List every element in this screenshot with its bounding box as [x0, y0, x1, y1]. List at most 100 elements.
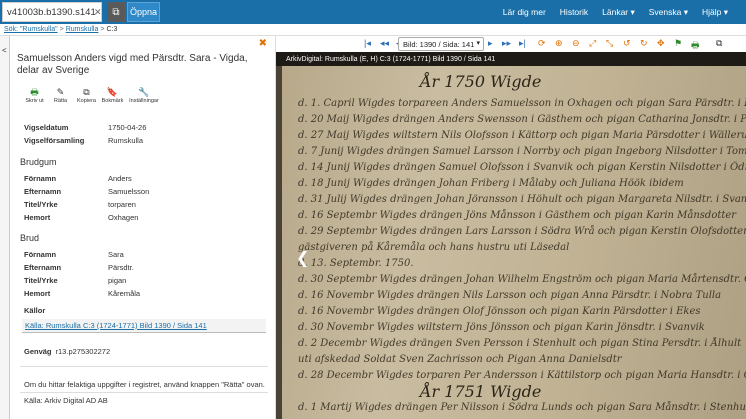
shortcut-value: r13.p275302272 — [55, 347, 111, 356]
bookmark-button[interactable]: 🔖 Bokmärk — [100, 86, 125, 104]
last-page-icon[interactable]: ▸| — [519, 38, 526, 49]
copy-icon: ⧉ — [112, 6, 120, 18]
book-edge — [276, 64, 282, 419]
nav-history[interactable]: Historik — [560, 7, 588, 17]
zoom-in-icon[interactable]: ⊕ — [555, 38, 563, 49]
shrink-icon[interactable]: ⤡ — [606, 38, 613, 49]
field-label: Hemort — [24, 289, 51, 298]
chevron-left-icon[interactable]: < — [2, 46, 7, 55]
handwritten-line: d. 30 Novembr Wigdes wiltstern Jöns Jöns… — [298, 322, 705, 333]
field-value: Anders — [108, 174, 132, 183]
record-title: Samuelsson Anders vigd med Pärsdtr. Sara… — [17, 53, 248, 76]
handwritten-line: gästgiveren på Kåremåla och hans hustru … — [298, 242, 570, 253]
field-label: Titel/Yrke — [24, 276, 58, 285]
field-row: Vigseldatum 1750-04-26 — [24, 123, 146, 132]
settings-button[interactable]: 🔧 Inställningar — [126, 86, 162, 104]
groom-section-title: Brudgum — [20, 157, 57, 167]
handwritten-line: d. 28 Decembr Wigdes torparen Per Anders… — [298, 370, 746, 381]
collapse-panel-strip[interactable]: < — [0, 36, 10, 419]
handwritten-line: d. 30 Septembr Wigdes drängen Johan Wilh… — [298, 274, 746, 285]
divider — [20, 392, 268, 393]
pencil-icon: ✎ — [56, 87, 65, 97]
breadcrumb: Sök: "Rumskulla" > Rumskulla > C:3 — [0, 24, 746, 36]
handwritten-line: d. 7 Junij Wigdes drängen Samuel Larsson… — [298, 146, 746, 157]
printer-icon: 🖶 — [30, 87, 39, 97]
handwritten-line: d. 29 Septembr Wigdes drängen Lars Larss… — [298, 226, 746, 237]
field-value: pigan — [108, 276, 127, 285]
handwritten-line: d. 16 Novembr Wigdes drängen Olof Jönsso… — [298, 306, 701, 317]
nav-learn-more[interactable]: Lär dig mer — [503, 7, 546, 17]
correct-button[interactable]: ✎ Rätta — [48, 86, 73, 104]
tool-label: Rätta — [53, 98, 68, 104]
field-row: Efternamn Samuelsson — [24, 187, 149, 196]
wrench-icon: 🔧 — [138, 87, 150, 97]
field-value: Oxhagen — [108, 213, 139, 222]
field-value: Sara — [108, 250, 124, 259]
top-bar: v41003b.b1390.s141 ✕ ⧉ Öppna Lär dig mer… — [0, 0, 746, 24]
page-select-value: Bild: 1390 / Sida: 141 — [403, 39, 475, 49]
field-label: Efternamn — [24, 263, 62, 272]
image-viewer[interactable]: ArkivDigital: Rumskulla (E, H) C:3 (1724… — [276, 52, 746, 419]
copy-icon[interactable]: ⧉ — [716, 38, 722, 49]
source-link[interactable]: Källa: Rumskulla C:3 (1724-1771) Bild 13… — [25, 321, 207, 330]
breadcrumb-volume: C:3 — [106, 26, 118, 33]
pan-icon[interactable]: ✥ — [657, 38, 665, 49]
top-nav: Lär dig mer Historik Länkar ▾ Svenska ▾ … — [489, 0, 728, 24]
viewer-toolbar: |◂ ◂◂ ◂ Bild: 1390 / Sida: 141 ▾ ▸ ▸▸ ▸|… — [276, 36, 746, 52]
open-button[interactable]: Öppna — [127, 2, 160, 22]
tool-label: Skriv ut — [25, 98, 44, 104]
handwritten-line: d. 27 Maij Wigdes wiltstern Nils Olofsso… — [298, 130, 746, 141]
shortcut-label: Genväg — [24, 347, 52, 356]
record-panel: ✖ Samuelsson Anders vigd med Pärsdtr. Sa… — [10, 36, 276, 419]
page-select[interactable]: Bild: 1390 / Sida: 141 ▾ — [398, 37, 484, 51]
tool-label: Kopiera — [77, 98, 96, 104]
refresh-icon[interactable]: ⟳ — [538, 38, 546, 49]
field-row: Efternamn Pärsdtr. — [24, 263, 134, 272]
handwritten-line: d. 16 Septembr Wigdes drängen Jöns Månss… — [298, 210, 737, 221]
bookmark-icon: 🔖 — [106, 87, 119, 97]
first-page-icon[interactable]: |◂ — [364, 38, 371, 49]
close-icon[interactable]: ✖ — [259, 38, 267, 49]
scanned-page[interactable]: År 1750 Wigde d. 1. Capril Wigdes torpar… — [280, 64, 746, 419]
previous-image-icon[interactable]: ❮ — [296, 248, 309, 268]
field-label: Förnamn — [24, 250, 57, 259]
bookmark-icon[interactable]: ⚑ — [674, 38, 682, 49]
back-ten-icon[interactable]: ◂◂ — [380, 38, 389, 49]
handwritten-line: d. 13. Septembr. 1750. — [298, 258, 414, 269]
field-value: Rumskulla — [108, 136, 144, 145]
fit-icon[interactable]: ⤢ — [589, 38, 596, 49]
tool-label: Bokmärk — [101, 98, 124, 104]
breadcrumb-sep: > — [59, 26, 64, 33]
copy-record-button[interactable]: ⧉ Kopiera — [74, 86, 99, 104]
forward-ten-icon[interactable]: ▸▸ — [502, 38, 511, 49]
field-row: Titel/Yrke torparen — [24, 200, 136, 209]
correction-note: Om du hittar felaktiga uppgifter i regis… — [24, 380, 265, 389]
zoom-out-icon[interactable]: ⊖ — [572, 38, 580, 49]
source-credit: Källa: Arkiv Digital AD AB — [24, 396, 108, 405]
breadcrumb-sep: > — [100, 26, 105, 33]
copy-button[interactable]: ⧉ — [107, 2, 125, 22]
handwritten-heading: År 1751 Wigde — [420, 382, 542, 401]
nav-help[interactable]: Hjälp ▾ — [702, 7, 728, 18]
rotate-left-icon[interactable]: ↺ — [623, 38, 631, 49]
handwritten-line: uti afskedad Soldat Sven Zachrisson och … — [298, 354, 622, 365]
field-value: Pärsdtr. — [108, 263, 134, 272]
breadcrumb-search[interactable]: Sök: "Rumskulla" — [4, 26, 58, 33]
next-page-icon[interactable]: ▸ — [488, 38, 493, 49]
breadcrumb-parish[interactable]: Rumskulla — [66, 26, 99, 33]
print-button[interactable]: 🖶 Skriv ut — [22, 86, 47, 104]
field-label: Förnamn — [24, 174, 57, 183]
field-value: torparen — [108, 200, 136, 209]
image-caption: ArkivDigital: Rumskulla (E, H) C:3 (1724… — [276, 52, 746, 66]
nav-links[interactable]: Länkar ▾ — [602, 7, 635, 18]
copy-icon: ⧉ — [83, 87, 90, 97]
search-input[interactable]: v41003b.b1390.s141 — [2, 2, 102, 22]
clear-icon[interactable]: ✕ — [94, 7, 102, 18]
handwritten-heading: År 1750 Wigde — [420, 72, 542, 91]
field-row: Förnamn Anders — [24, 174, 132, 183]
rotate-right-icon[interactable]: ↻ — [640, 38, 648, 49]
field-label: Vigseldatum — [24, 123, 69, 132]
field-value: Kåremåla — [108, 289, 141, 298]
nav-language[interactable]: Svenska ▾ — [649, 7, 688, 18]
field-value: 1750-04-26 — [108, 123, 147, 132]
